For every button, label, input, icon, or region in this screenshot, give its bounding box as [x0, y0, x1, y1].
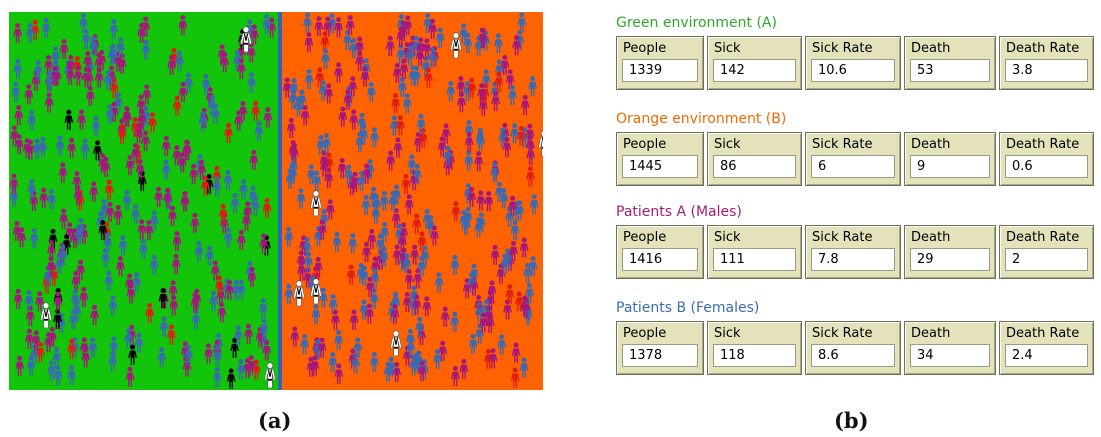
monitor-label: Sick [714, 41, 741, 56]
monitor: Sick Rate 10.6 [805, 36, 901, 90]
monitor-label: Sick Rate [812, 326, 873, 341]
monitor: Death 34 [904, 321, 996, 375]
monitor-label: Death [911, 41, 951, 56]
monitor: Sick 118 [707, 321, 802, 375]
monitor-label: Sick Rate [812, 137, 873, 152]
monitor-label: Sick [714, 137, 741, 152]
monitor-value: 10.6 [811, 59, 895, 82]
monitor-value: 53 [910, 59, 990, 82]
monitor-value: 3.8 [1005, 59, 1088, 82]
monitor-value: 1416 [622, 248, 698, 271]
monitor-group-title: Patients A (Males) [616, 204, 742, 220]
monitor: People 1416 [616, 225, 704, 279]
environment-divider [278, 12, 282, 390]
monitor: Sick Rate 8.6 [805, 321, 901, 375]
monitor-value: 6 [811, 155, 895, 178]
monitor-group: Orange environment (B) People 1445 Sick 86 Si… [616, 108, 1094, 186]
simulation-view [9, 12, 543, 390]
monitor-group-title: Green environment (A) [616, 15, 777, 31]
monitor-group-title: Patients B (Females) [616, 300, 760, 316]
monitor-label: Sick Rate [812, 41, 873, 56]
monitor-value: 9 [910, 155, 990, 178]
monitor-value: 2.4 [1005, 344, 1088, 367]
monitor-label: Sick [714, 326, 741, 341]
monitor-value: 29 [910, 248, 990, 271]
monitor-label: People [623, 326, 667, 341]
monitor: People 1445 [616, 132, 704, 186]
monitor: Death Rate 2 [999, 225, 1094, 279]
monitor-value: 118 [713, 344, 796, 367]
monitor: Sick Rate 6 [805, 132, 901, 186]
monitor-label: Death [911, 230, 951, 245]
monitor-value: 142 [713, 59, 796, 82]
monitor: Death 53 [904, 36, 996, 90]
monitor-row: People 1339 Sick 142 Sick Rate 10.6 Death 53 Dea… [616, 36, 1094, 90]
monitor: People 1378 [616, 321, 704, 375]
monitor-group: Green environment (A) People 1339 Sick 142 Si… [616, 12, 1094, 90]
caption-b: (b) [834, 408, 869, 433]
monitor: Sick 111 [707, 225, 802, 279]
monitor: Death Rate 3.8 [999, 36, 1094, 90]
monitor-value: 34 [910, 344, 990, 367]
monitor-value: 1378 [622, 344, 698, 367]
monitor-value: 0.6 [1005, 155, 1088, 178]
monitor: Sick Rate 7.8 [805, 225, 901, 279]
monitor-label: People [623, 137, 667, 152]
monitor-label: Sick Rate [812, 230, 873, 245]
monitor: Death 29 [904, 225, 996, 279]
monitor: Death 9 [904, 132, 996, 186]
monitor-value: 7.8 [811, 248, 895, 271]
monitor-group: Patients B (Females) People 1378 Sick 118 Sic… [616, 297, 1094, 375]
monitor-value: 8.6 [811, 344, 895, 367]
monitor: Sick 142 [707, 36, 802, 90]
monitor-value: 1339 [622, 59, 698, 82]
caption-a: (a) [258, 408, 292, 433]
monitor-value: 86 [713, 155, 796, 178]
monitor-label: Death Rate [1006, 137, 1080, 152]
monitor-value: 111 [713, 248, 796, 271]
monitor-value: 1445 [622, 155, 698, 178]
monitor-row: People 1378 Sick 118 Sick Rate 8.6 Death 34 Deat… [616, 321, 1094, 375]
monitor-group-title: Orange environment (B) [616, 111, 787, 127]
monitor-label: People [623, 230, 667, 245]
monitor-row: People 1416 Sick 111 Sick Rate 7.8 Death 29 Deat… [616, 225, 1094, 279]
monitor-row: People 1445 Sick 86 Sick Rate 6 Death 9 Death Ra… [616, 132, 1094, 186]
monitor-value: 2 [1005, 248, 1088, 271]
monitor-label: Death Rate [1006, 326, 1080, 341]
monitor: Sick 86 [707, 132, 802, 186]
monitor-label: Sick [714, 230, 741, 245]
monitor: People 1339 [616, 36, 704, 90]
monitor-group: Patients A (Males) People 1416 Sick 111 Sick … [616, 201, 1094, 279]
monitor-label: Death [911, 326, 951, 341]
monitor: Death Rate 0.6 [999, 132, 1094, 186]
monitor-label: Death [911, 137, 951, 152]
monitor-label: People [623, 41, 667, 56]
monitor-label: Death Rate [1006, 41, 1080, 56]
monitor-label: Death Rate [1006, 230, 1080, 245]
monitor: Death Rate 2.4 [999, 321, 1094, 375]
